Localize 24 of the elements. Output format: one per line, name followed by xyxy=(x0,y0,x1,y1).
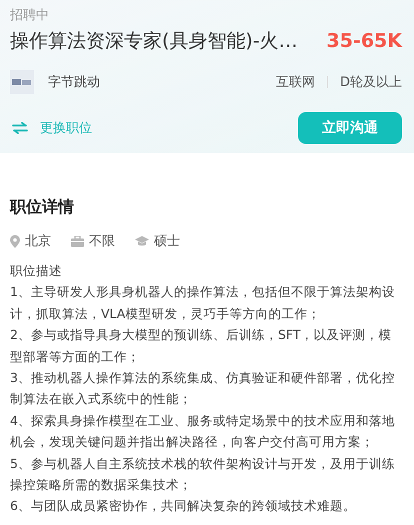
description-title: 职位描述 xyxy=(10,262,63,280)
description-item: 6、与团队成员紧密协作，共同解决复杂的跨领域技术难题。 xyxy=(10,497,357,516)
graduation-cap-icon xyxy=(135,236,149,246)
description-item: 1、主导研发人形具身机器人的操作算法，包括但不限于算法架构设计，抓取算法，VLA模型研发，灵巧手等方向的工作； xyxy=(10,283,396,323)
section-heading: 职位详情 xyxy=(10,197,75,218)
description-item: 2、参与或指导具身大模型的预训练、后训练，SFT，以及评测，模型部署等方面的工作； xyxy=(10,326,392,366)
switch-position-link[interactable]: 更换职位 xyxy=(10,119,92,137)
company-name: 字节跳动 xyxy=(48,74,100,91)
description-item: 3、推动机器人操作算法的系统集成、仿真验证和硬件部署，优化控制算法在嵌入式系统中的性能； xyxy=(10,369,396,408)
job-tag: 不限 xyxy=(89,232,115,250)
location-pin-icon xyxy=(10,234,20,248)
company-logo-icon xyxy=(10,70,34,94)
job-tag: 北京 xyxy=(25,232,51,250)
chat-now-button[interactable]: 立即沟通 xyxy=(298,112,402,144)
funding-stage-label: D轮及以上 xyxy=(340,74,402,91)
job-tag: 硕士 xyxy=(154,232,180,250)
briefcase-icon xyxy=(71,236,84,246)
description-item: 5、参与机器人自主系统技术栈的软件架构设计与开发，及用于训练操控策略所需的数据采集技术； xyxy=(10,454,396,494)
status-label: 招聘中 xyxy=(10,7,50,24)
salary: 35-65K xyxy=(326,30,402,52)
job-title: 操作算法资深专家(具身智能)-火… xyxy=(10,29,298,54)
description-item: 4、探索具身操作模型在工业、服务或特定场景中的技术应用和落地机会，发现关键问题并指出解决路径，向客户交付高可用方案； xyxy=(10,412,396,452)
industry-label: 互联网 xyxy=(276,74,315,91)
swap-arrows-icon xyxy=(12,122,28,134)
